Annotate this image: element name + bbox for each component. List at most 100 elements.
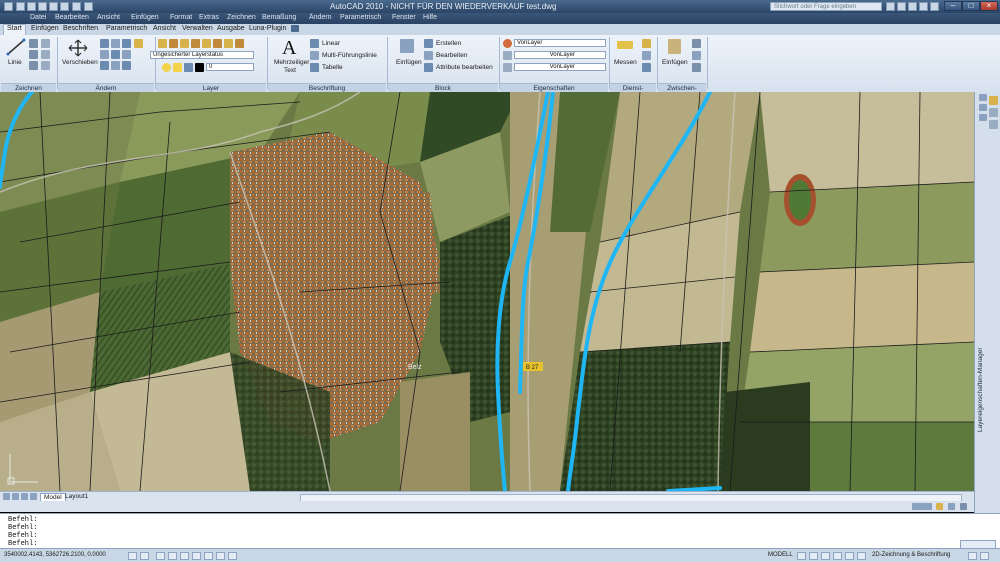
tab-output[interactable]: Ausgabe bbox=[217, 25, 245, 32]
arc-icon[interactable] bbox=[41, 39, 50, 48]
mtext-label[interactable]: Mehrzeiliger bbox=[274, 59, 309, 66]
layer-isolate-icon[interactable] bbox=[202, 39, 211, 48]
line-label[interactable]: Linie bbox=[8, 59, 22, 66]
layer-freeze-icon[interactable] bbox=[169, 39, 178, 48]
tab-view[interactable]: Ansicht bbox=[153, 25, 176, 32]
color-swatch-icon[interactable] bbox=[195, 63, 204, 72]
menu-insert[interactable]: Einfügen bbox=[131, 14, 159, 21]
layer-walk-icon[interactable] bbox=[235, 39, 244, 48]
help-icon[interactable] bbox=[930, 2, 939, 11]
minimize-ribbon-icon[interactable] bbox=[291, 25, 299, 32]
line-icon[interactable] bbox=[6, 38, 26, 56]
panel-properties-title[interactable]: Eigenschaften bbox=[500, 83, 608, 92]
grid-toggle[interactable] bbox=[140, 552, 149, 560]
multileader-icon[interactable] bbox=[310, 51, 319, 60]
drawing-canvas[interactable]: B 27 Belz bbox=[0, 92, 974, 491]
help-search-input[interactable]: Stichwort oder Frage eingeben bbox=[770, 2, 882, 11]
palette-close-icon[interactable] bbox=[979, 94, 987, 101]
subscription-icon[interactable] bbox=[897, 2, 906, 11]
menu-draw[interactable]: Zeichnen bbox=[227, 14, 256, 21]
insert-block-icon[interactable] bbox=[400, 39, 414, 53]
annotation-scale-icon[interactable] bbox=[912, 503, 932, 510]
edit-attributes-label[interactable]: Attribute bearbeiten bbox=[436, 64, 493, 71]
prev-tab-icon[interactable] bbox=[12, 493, 19, 500]
osnap-toggle[interactable] bbox=[180, 552, 189, 560]
trim-icon[interactable] bbox=[111, 39, 120, 48]
paste-icon[interactable] bbox=[668, 39, 681, 54]
auto-scale-icon[interactable] bbox=[948, 503, 955, 510]
favorites-icon[interactable] bbox=[919, 2, 928, 11]
tab-annotate[interactable]: Beschriften bbox=[63, 25, 98, 32]
mtext-label-2[interactable]: Text bbox=[284, 67, 296, 74]
redo-icon[interactable] bbox=[60, 2, 69, 11]
palette-new-layer-icon[interactable] bbox=[989, 108, 998, 117]
move-label[interactable]: Verschieben bbox=[62, 59, 98, 66]
palette-autohide-icon[interactable] bbox=[979, 104, 987, 111]
menu-dimension[interactable]: Bemaßung bbox=[262, 14, 296, 21]
linear-dim-icon[interactable] bbox=[310, 39, 319, 48]
mtext-icon[interactable]: A bbox=[282, 37, 296, 60]
create-block-icon[interactable] bbox=[424, 39, 433, 48]
snap-toggle[interactable] bbox=[128, 552, 137, 560]
sun-icon[interactable] bbox=[173, 63, 182, 72]
maximize-button[interactable]: □ bbox=[962, 1, 980, 11]
tab-start[interactable]: Start bbox=[3, 24, 26, 35]
dyn-toggle[interactable] bbox=[216, 552, 225, 560]
clean-screen-icon[interactable] bbox=[980, 552, 989, 560]
lock-ui-icon[interactable] bbox=[968, 552, 977, 560]
linetype-dropdown[interactable]: VonLayer bbox=[514, 51, 606, 59]
panel-block-title[interactable]: Block bbox=[388, 83, 498, 92]
layer-lock-icon[interactable] bbox=[180, 39, 189, 48]
array-icon[interactable] bbox=[122, 61, 131, 70]
palette-properties-icon[interactable] bbox=[979, 114, 987, 121]
panel-utilities-title[interactable]: Dienst- bbox=[610, 83, 656, 92]
workspace-switch[interactable]: 2D-Zeichnung & Beschriftung bbox=[872, 552, 950, 558]
pan-icon[interactable] bbox=[821, 552, 830, 560]
menu-parametric[interactable]: Parametrisch bbox=[340, 14, 381, 21]
quick-view-drawings-icon[interactable] bbox=[809, 552, 818, 560]
next-tab-icon[interactable] bbox=[21, 493, 28, 500]
communication-icon[interactable] bbox=[908, 2, 917, 11]
ortho-toggle[interactable] bbox=[156, 552, 165, 560]
stretch-icon[interactable] bbox=[100, 61, 109, 70]
erase-icon[interactable] bbox=[122, 39, 131, 48]
create-label[interactable]: Erstellen bbox=[436, 40, 461, 47]
viewport-scale-icon[interactable] bbox=[960, 503, 967, 510]
layer-state-dropdown[interactable]: Ungesicherter Layerstatus bbox=[150, 51, 254, 59]
polar-toggle[interactable] bbox=[168, 552, 177, 560]
id-point-icon[interactable] bbox=[642, 51, 651, 60]
copy-base-icon[interactable] bbox=[692, 63, 701, 72]
menu-window[interactable]: Fenster bbox=[392, 14, 416, 21]
menu-edit[interactable]: Bearbeiten bbox=[55, 14, 89, 21]
menu-modify[interactable]: Ändern bbox=[309, 14, 332, 21]
linear-label[interactable]: Linear bbox=[322, 40, 340, 47]
paste-label[interactable]: Einfügen bbox=[662, 59, 688, 66]
lineweight-icon[interactable] bbox=[503, 63, 512, 72]
circle-icon[interactable] bbox=[29, 50, 38, 59]
model-toggle[interactable]: MODELL bbox=[768, 552, 793, 558]
tab-insert[interactable]: Einfügen bbox=[31, 25, 59, 32]
table-label[interactable]: Tabelle bbox=[322, 64, 343, 71]
menu-format[interactable]: Format bbox=[170, 14, 192, 21]
fillet-icon[interactable] bbox=[122, 50, 131, 59]
tab-layout1[interactable]: Layout1 bbox=[62, 493, 91, 500]
minimize-button[interactable]: – bbox=[944, 1, 962, 11]
lightbulb-icon[interactable] bbox=[162, 63, 171, 72]
plot-icon[interactable] bbox=[72, 2, 81, 11]
cut-icon[interactable] bbox=[692, 39, 701, 48]
tab-manage[interactable]: Verwalten bbox=[182, 25, 213, 32]
menu-view[interactable]: Ansicht bbox=[97, 14, 120, 21]
command-prompt[interactable]: Befehl: bbox=[8, 540, 37, 548]
layer-off-icon[interactable] bbox=[191, 39, 200, 48]
workspace-icon[interactable] bbox=[84, 2, 93, 11]
match-properties-icon[interactable] bbox=[503, 39, 512, 48]
edit-attributes-icon[interactable] bbox=[424, 63, 433, 72]
command-line[interactable]: Befehl: Befehl: Befehl: Befehl: bbox=[0, 513, 1000, 549]
current-layer-dropdown[interactable]: 0 bbox=[206, 63, 254, 71]
open-icon[interactable] bbox=[27, 2, 36, 11]
layer-previous-icon[interactable] bbox=[224, 39, 233, 48]
color-dropdown[interactable]: VonLayer bbox=[514, 39, 606, 47]
calculator-icon[interactable] bbox=[642, 63, 651, 72]
rotate-icon[interactable] bbox=[100, 39, 109, 48]
search-icon[interactable] bbox=[886, 2, 895, 11]
